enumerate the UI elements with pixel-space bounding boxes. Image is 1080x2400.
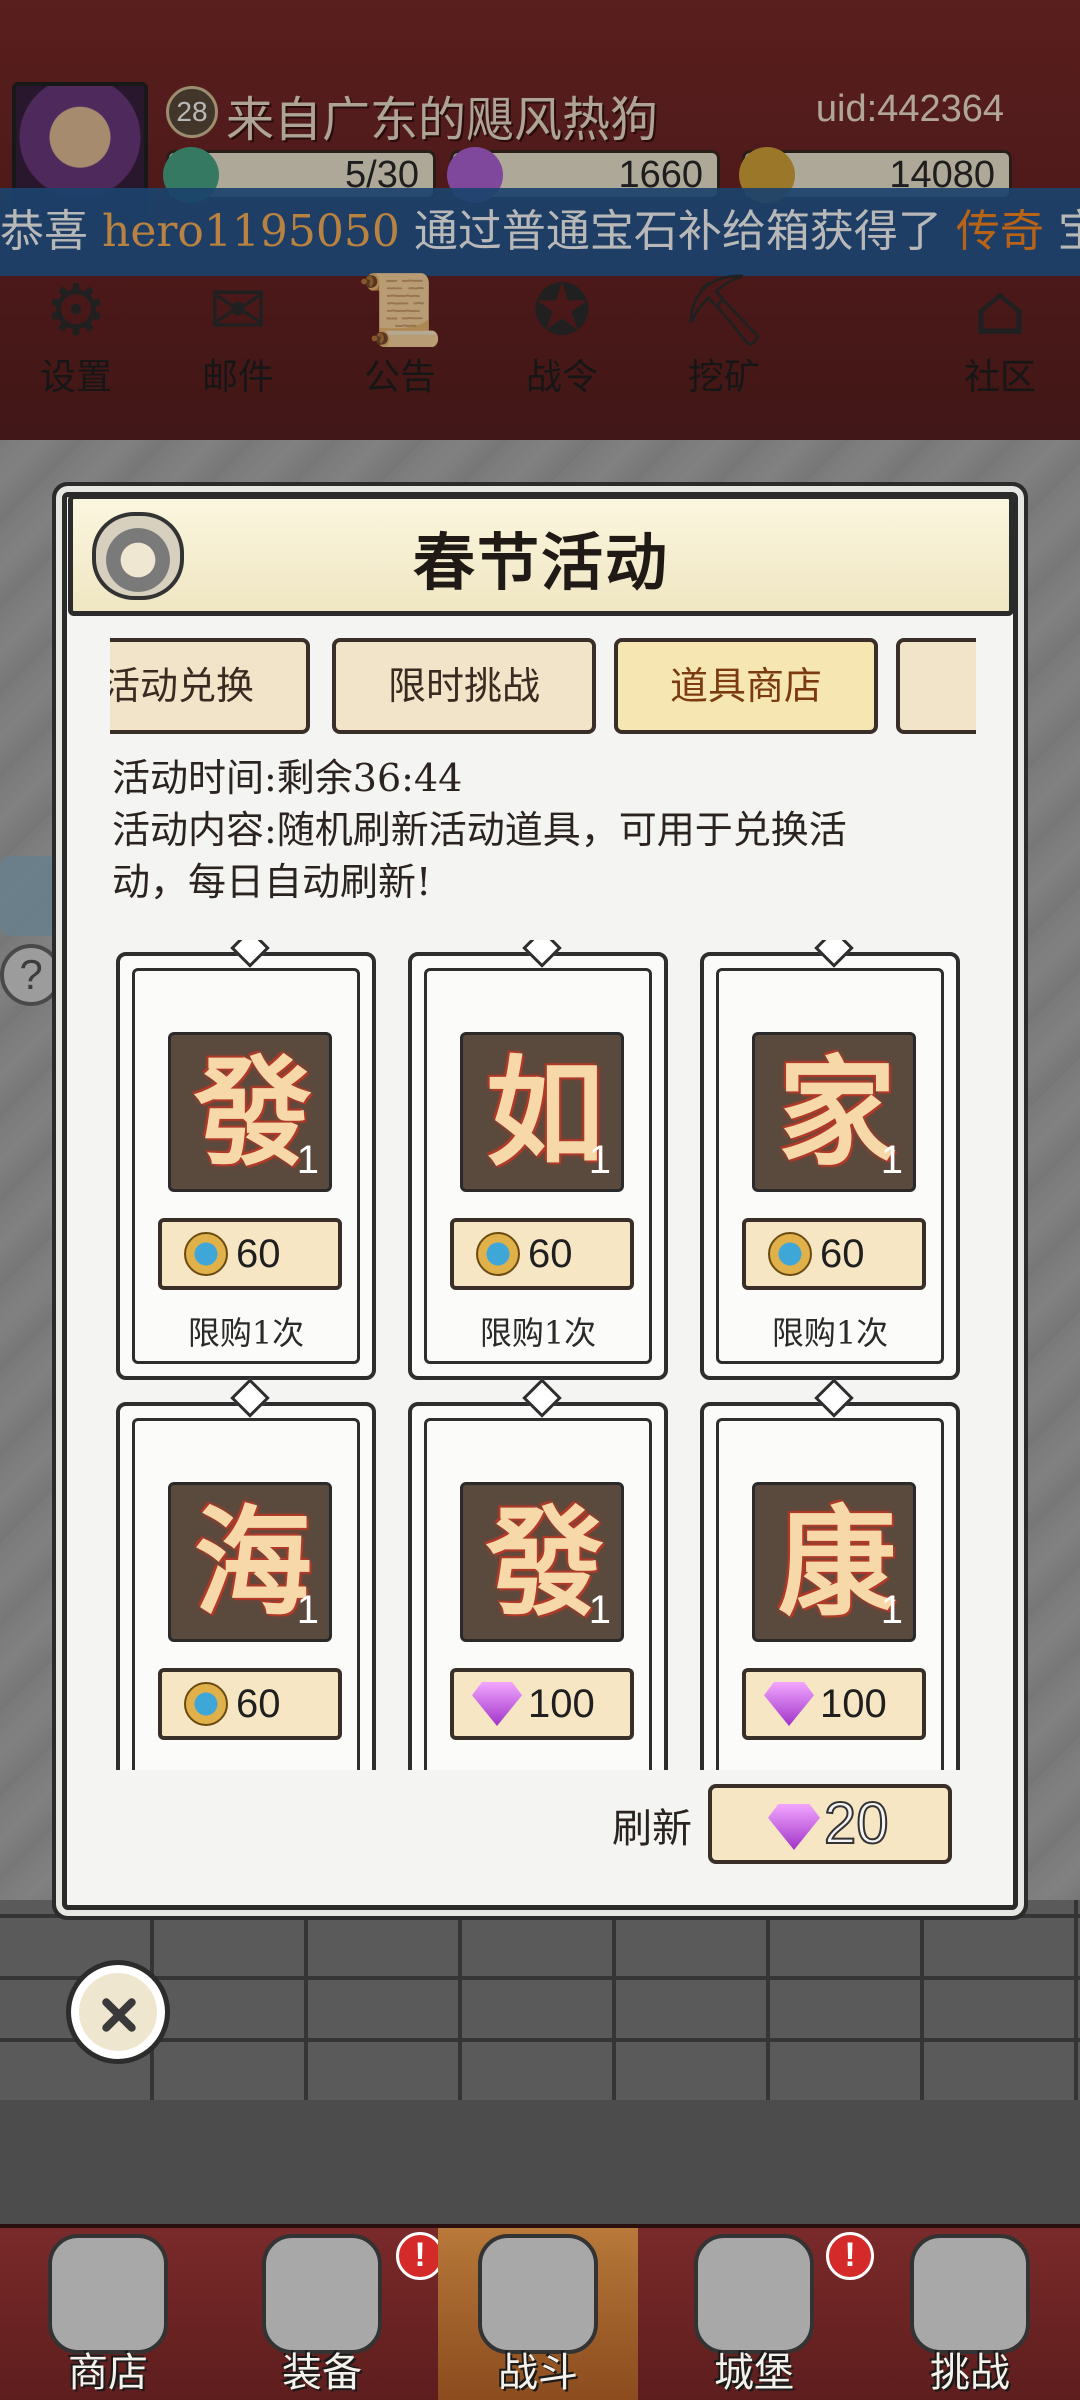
card-ornament	[230, 1378, 270, 1418]
item-tile: 如 1	[460, 1032, 624, 1192]
item-count: 1	[880, 1138, 903, 1182]
notification-badge: !	[826, 2232, 874, 2280]
shop-card[interactable]: 發 1 60 限购1次	[116, 940, 376, 1380]
item-tile: 家 1	[752, 1032, 916, 1192]
item-tile: 發 1	[168, 1032, 332, 1192]
item-count: 1	[588, 1588, 611, 1632]
shield-icon	[910, 2234, 1030, 2354]
card-ornament	[522, 940, 562, 968]
refresh-cost: 20	[823, 1790, 890, 1857]
gem-icon	[768, 1804, 820, 1850]
coin-icon	[768, 1232, 812, 1276]
nav-castle[interactable]: ! 城堡	[654, 2228, 874, 2400]
item-tile: 海 1	[168, 1482, 332, 1642]
tab-more[interactable]: 节	[896, 638, 976, 734]
coin-icon	[184, 1682, 228, 1726]
purchase-limit: 限购1次	[187, 1314, 305, 1352]
purchase-limit: 限购1次	[479, 1314, 597, 1352]
shop-grid: 發 1 60 限购1次 如 1 60 限购1次 家 1 60 限购1次 海 1 …	[108, 940, 980, 1770]
tab-exchange[interactable]: 活动兑换	[110, 638, 310, 734]
item-count: 1	[880, 1588, 903, 1632]
gem-icon	[764, 1682, 814, 1726]
coin-icon	[476, 1232, 520, 1276]
price-button[interactable]: 60	[158, 1218, 342, 1290]
price-button[interactable]: 60	[742, 1218, 926, 1290]
price-value: 100	[528, 1682, 595, 1726]
shop-card[interactable]: 如 1 60 限购1次	[408, 940, 668, 1380]
castle-icon	[694, 2234, 814, 2354]
price-value: 60	[236, 1682, 281, 1726]
nav-shop-label: 商店	[68, 2350, 148, 2396]
event-time: 活动时间:剩余36:44	[112, 756, 463, 800]
close-button[interactable]	[66, 1960, 170, 2064]
panel-title: 春节活动	[412, 526, 669, 599]
nav-equipment-label: 装备	[282, 2350, 362, 2396]
nav-castle-label: 城堡	[714, 2350, 794, 2396]
item-tile: 發 1	[460, 1482, 624, 1642]
nav-challenge-label: 挑战	[930, 2350, 1010, 2396]
tab-challenge[interactable]: 限时挑战	[332, 638, 596, 734]
shop-card[interactable]: 發 1 100	[408, 1378, 668, 1770]
item-count: 1	[588, 1138, 611, 1182]
price-value: 60	[236, 1232, 281, 1276]
refresh-label: 刷新	[612, 1806, 692, 1852]
tab-item-shop[interactable]: 道具商店	[614, 638, 878, 734]
item-tile: 康 1	[752, 1482, 916, 1642]
nav-equipment[interactable]: ! 装备	[222, 2228, 444, 2400]
nav-battle-label: 战斗	[498, 2350, 578, 2396]
price-button[interactable]: 100	[742, 1668, 926, 1740]
shop-card[interactable]: 康 1 100	[700, 1378, 960, 1770]
card-ornament	[814, 940, 854, 968]
card-ornament	[230, 940, 270, 968]
item-count: 1	[296, 1138, 319, 1182]
nav-shop[interactable]: 商店	[8, 2228, 208, 2400]
crossed-swords-icon	[478, 2234, 598, 2354]
price-value: 60	[528, 1232, 573, 1276]
bottom-nav: 商店 ! 装备 战斗 ! 城堡 挑战	[0, 2224, 1080, 2400]
event-content-line1: 活动内容:随机刷新活动道具，可用于兑换活	[112, 808, 847, 852]
nav-battle[interactable]: 战斗	[438, 2228, 638, 2400]
price-value: 60	[820, 1232, 865, 1276]
coin-icon	[184, 1232, 228, 1276]
tab-bar: 活动兑换 限时挑战 道具商店 节	[110, 632, 976, 742]
refresh-button[interactable]: 20	[708, 1784, 952, 1864]
price-button[interactable]: 100	[450, 1668, 634, 1740]
event-content-line2: 动，每日自动刷新!	[112, 860, 432, 904]
shop-card[interactable]: 海 1 60	[116, 1378, 376, 1770]
gem-icon	[472, 1682, 522, 1726]
purchase-limit: 限购1次	[771, 1314, 889, 1352]
item-count: 1	[296, 1588, 319, 1632]
card-ornament	[814, 1378, 854, 1418]
price-value: 100	[820, 1682, 887, 1726]
shop-card[interactable]: 家 1 60 限购1次	[700, 940, 960, 1380]
price-button[interactable]: 60	[450, 1218, 634, 1290]
price-button[interactable]: 60	[158, 1668, 342, 1740]
shop-icon	[48, 2234, 168, 2354]
card-ornament	[522, 1378, 562, 1418]
notification-badge: !	[396, 2232, 444, 2280]
backpack-icon	[262, 2234, 382, 2354]
nav-challenge[interactable]: 挑战	[870, 2228, 1070, 2400]
